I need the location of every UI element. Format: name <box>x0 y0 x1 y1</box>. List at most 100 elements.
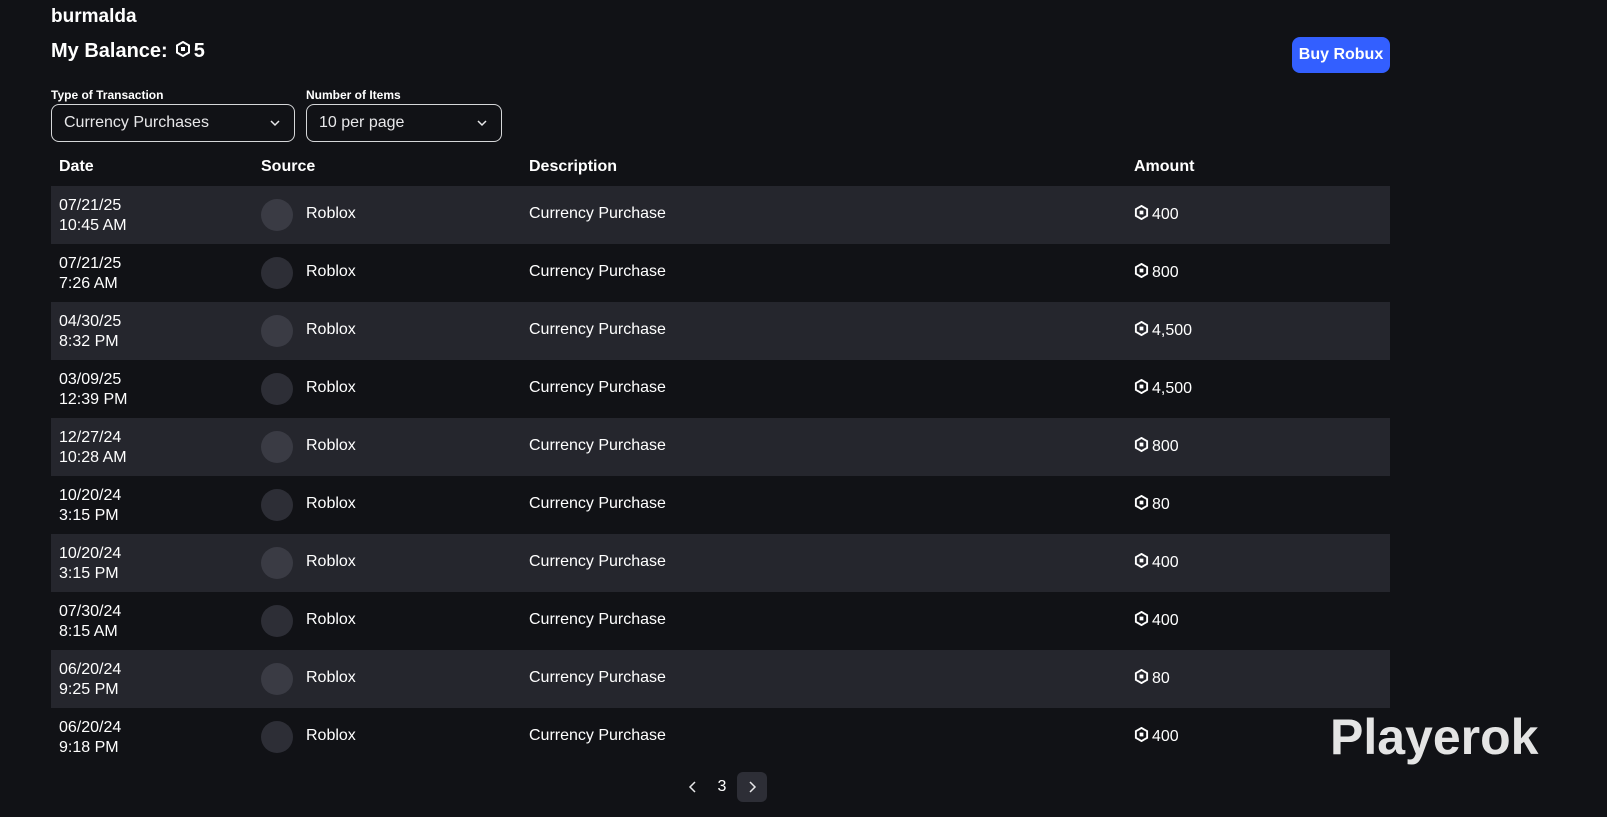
row-source: Roblox <box>306 611 356 628</box>
row-date-time: 12:39 PM <box>59 391 128 408</box>
row-amount-value: 400 <box>1152 728 1179 745</box>
row-description: Currency Purchase <box>529 553 666 570</box>
row-date: 06/20/24 9:25 PM <box>59 660 121 700</box>
balance: My Balance: 5 <box>51 40 205 63</box>
source-avatar <box>261 199 293 231</box>
table-row: 10/20/24 3:15 PM Roblox Currency Purchase 40… <box>51 534 1390 592</box>
table-row: 03/09/25 12:39 PM Roblox Currency Purchase 4… <box>51 360 1390 418</box>
row-date: 03/09/25 12:39 PM <box>59 370 127 410</box>
row-date-day: 03/09/25 <box>59 371 122 388</box>
row-description: Currency Purchase <box>529 669 666 686</box>
row-amount-value: 400 <box>1152 554 1179 571</box>
source-avatar <box>261 663 293 695</box>
row-amount: 800 <box>1134 436 1179 457</box>
row-date-day: 07/21/25 <box>59 197 122 214</box>
row-date-time: 10:45 AM <box>59 217 127 234</box>
row-source: Roblox <box>306 437 356 454</box>
row-description: Currency Purchase <box>529 437 666 454</box>
row-amount: 400 <box>1134 552 1179 573</box>
robux-icon <box>1134 610 1149 631</box>
watermark: Playerok <box>1330 709 1539 765</box>
row-date: 06/20/24 9:18 PM <box>59 718 121 758</box>
row-amount: 80 <box>1134 668 1170 689</box>
row-source: Roblox <box>306 553 356 570</box>
row-date-day: 07/30/24 <box>59 603 122 620</box>
row-date: 07/21/25 7:26 AM <box>59 254 121 294</box>
header-source: Source <box>261 158 316 175</box>
row-date-time: 9:25 PM <box>59 681 119 698</box>
row-amount: 4,500 <box>1134 378 1193 399</box>
buy-robux-button[interactable]: Buy Robux <box>1292 37 1390 73</box>
chevron-down-icon <box>270 120 280 127</box>
row-amount-value: 4,500 <box>1152 322 1193 339</box>
header-amount: Amount <box>1134 158 1195 175</box>
row-date: 07/21/25 10:45 AM <box>59 196 127 236</box>
items-count-value: 10 per page <box>319 114 405 131</box>
balance-amount: 5 <box>193 40 205 62</box>
row-amount-value: 400 <box>1152 206 1179 223</box>
source-avatar <box>261 373 293 405</box>
row-source: Roblox <box>306 495 356 512</box>
username: burmalda <box>51 6 137 27</box>
transaction-type-value: Currency Purchases <box>64 114 209 131</box>
row-description: Currency Purchase <box>529 495 666 512</box>
row-amount: 400 <box>1134 610 1179 631</box>
robux-icon <box>1134 262 1149 283</box>
header-date: Date <box>59 158 94 175</box>
robux-icon <box>1134 668 1149 689</box>
row-amount-value: 4,500 <box>1152 380 1193 397</box>
row-date-time: 8:15 AM <box>59 623 118 640</box>
balance-label: My Balance: <box>51 40 168 62</box>
robux-icon <box>1134 320 1149 341</box>
robux-icon <box>175 40 191 63</box>
row-amount: 400 <box>1134 204 1179 225</box>
row-amount-value: 800 <box>1152 264 1179 281</box>
table-row: 07/21/25 7:26 AM Roblox Currency Purchase 80… <box>51 244 1390 302</box>
row-amount: 4,500 <box>1134 320 1193 341</box>
robux-icon <box>1134 552 1149 573</box>
row-date: 07/30/24 8:15 AM <box>59 602 121 642</box>
row-date-day: 10/20/24 <box>59 545 122 562</box>
row-date-day: 12/27/24 <box>59 429 122 446</box>
row-source: Roblox <box>306 263 356 280</box>
items-count-label: Number of Items <box>306 88 401 102</box>
row-description: Currency Purchase <box>529 611 666 628</box>
transaction-type-select[interactable]: Currency Purchases <box>51 104 295 142</box>
table-header: Date Source Description Amount <box>51 155 1390 186</box>
table-row: 07/30/24 8:15 AM Roblox Currency Purchase 40… <box>51 592 1390 650</box>
previous-page-button[interactable] <box>679 772 707 802</box>
current-page: 3 <box>717 778 727 795</box>
source-avatar <box>261 605 293 637</box>
row-amount: 400 <box>1134 726 1179 747</box>
table-row: 12/27/24 10:28 AM Roblox Currency Purchase 8… <box>51 418 1390 476</box>
row-source: Roblox <box>306 321 356 338</box>
row-date: 12/27/24 10:28 AM <box>59 428 127 468</box>
transaction-type-filter: Type of Transaction Currency Purchases <box>51 88 295 142</box>
row-date: 04/30/25 8:32 PM <box>59 312 121 352</box>
pagination: 3 <box>679 772 767 802</box>
table-row: 10/20/24 3:15 PM Roblox Currency Purchase 80 <box>51 476 1390 534</box>
row-date-time: 3:15 PM <box>59 507 119 524</box>
row-amount: 800 <box>1134 262 1179 283</box>
transaction-type-label: Type of Transaction <box>51 88 164 102</box>
source-avatar <box>261 721 293 753</box>
source-avatar <box>261 257 293 289</box>
robux-icon <box>1134 436 1149 457</box>
row-date-time: 8:32 PM <box>59 333 119 350</box>
row-date-day: 10/20/24 <box>59 487 122 504</box>
table-row: 06/20/24 9:18 PM Roblox Currency Purchase 40… <box>51 708 1390 766</box>
row-description: Currency Purchase <box>529 205 666 222</box>
table-row: 04/30/25 8:32 PM Roblox Currency Purchase 4,… <box>51 302 1390 360</box>
row-source: Roblox <box>306 205 356 222</box>
items-count-select[interactable]: 10 per page <box>306 104 502 142</box>
row-amount-value: 80 <box>1152 496 1170 513</box>
chevron-left-icon <box>688 781 696 793</box>
row-date: 10/20/24 3:15 PM <box>59 486 121 526</box>
row-date-day: 07/21/25 <box>59 255 122 272</box>
row-amount-value: 80 <box>1152 670 1170 687</box>
row-date-time: 3:15 PM <box>59 565 119 582</box>
source-avatar <box>261 431 293 463</box>
source-avatar <box>261 547 293 579</box>
next-page-button[interactable] <box>737 772 767 802</box>
chevron-right-icon <box>749 781 757 793</box>
